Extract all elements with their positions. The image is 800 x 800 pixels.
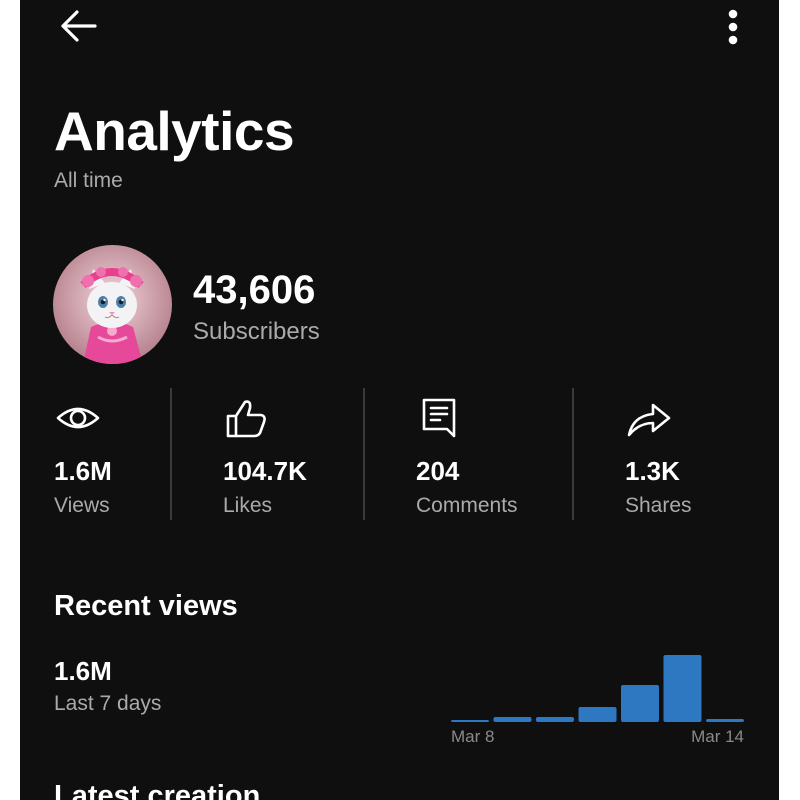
more-options-button[interactable]	[720, 6, 746, 48]
chart-tick-label-end: Mar 14	[691, 727, 744, 746]
arrow-left-icon	[61, 10, 97, 42]
subscriber-count: 43,606	[193, 268, 316, 312]
page-subtitle: All time	[54, 169, 123, 192]
chart-bar-mar-9[interactable]	[493, 717, 532, 722]
recent-views-chart[interactable]: Mar 8 Mar 14	[440, 640, 779, 750]
stat-divider	[572, 388, 574, 520]
avatar[interactable]	[53, 245, 172, 364]
likes-label: Likes	[223, 494, 273, 517]
kitten-avatar-image	[53, 245, 172, 364]
shares-label: Shares	[625, 494, 692, 517]
comments-label: Comments	[416, 494, 518, 517]
page-title: Analytics	[54, 100, 295, 162]
comment-icon	[416, 394, 464, 442]
back-button[interactable]	[58, 7, 102, 47]
more-vert-icon	[728, 9, 738, 45]
eye-icon	[54, 394, 102, 442]
chart-bar-mar-13[interactable]	[663, 655, 702, 722]
shares-value: 1.3K	[625, 456, 680, 486]
share-icon	[625, 394, 673, 442]
chart-bar-mar-11[interactable]	[578, 707, 617, 722]
stat-shares: 1.3K Shares	[625, 388, 735, 520]
thumbs-up-icon	[223, 394, 271, 442]
chart-tick-label-start: Mar 8	[451, 727, 494, 746]
stat-comments: 204 Comments	[416, 388, 546, 520]
recent-views-period: Last 7 days	[54, 692, 162, 715]
chart-bar-mar-10[interactable]	[536, 717, 574, 722]
stat-views: 1.6M Views	[54, 388, 164, 520]
chart-bar-mar-8[interactable]	[451, 720, 489, 722]
views-value: 1.6M	[54, 456, 112, 486]
chart-bar-mar-12[interactable]	[621, 685, 659, 722]
stat-likes: 104.7K Likes	[223, 388, 343, 520]
latest-creation-title: Latest creation	[54, 780, 261, 800]
subscriber-label: Subscribers	[193, 318, 320, 345]
analytics-screen: Analytics All time 43,606 Subscribers 1.…	[20, 0, 779, 800]
views-label: Views	[54, 494, 110, 517]
recent-views-title: Recent views	[54, 590, 238, 622]
recent-views-value: 1.6M	[54, 656, 112, 686]
stat-divider	[170, 388, 172, 520]
chart-bar-mar-14[interactable]	[706, 719, 744, 722]
stat-divider	[363, 388, 365, 520]
bar-chart-svg: Mar 8 Mar 14	[451, 655, 744, 746]
comments-value: 204	[416, 456, 460, 486]
likes-value: 104.7K	[223, 456, 307, 486]
